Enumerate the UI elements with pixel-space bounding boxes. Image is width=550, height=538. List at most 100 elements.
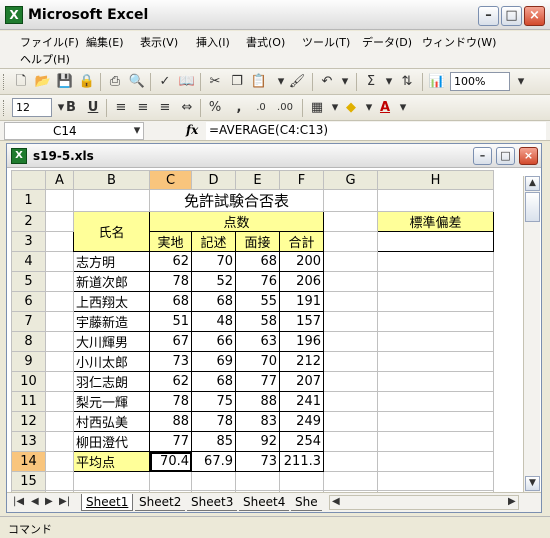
cell[interactable] [45,371,74,392]
row-header[interactable]: 13 [11,431,46,452]
name-cell[interactable]: 上西翔太 [73,291,150,312]
cell[interactable] [45,231,74,252]
last-sheet-icon[interactable]: ▶| [59,496,70,507]
cut-icon[interactable]: ✂ [206,73,224,91]
menu-insert[interactable]: 挿入(I) [196,34,230,50]
cell[interactable] [323,391,378,412]
score-cell[interactable]: 52 [191,271,236,292]
score-header-cell[interactable]: 点数 [149,211,324,232]
prev-sheet-icon[interactable]: ◀ [31,496,39,507]
active-cell[interactable]: 70.4 [149,451,192,472]
cell[interactable] [45,291,74,312]
formula-input[interactable]: =AVERAGE(C4:C13) [206,122,546,140]
sheet-tab-sheet4[interactable]: Sheet4 [239,494,290,511]
sheet-tab-sheet1[interactable]: Sheet1 [81,494,134,511]
score-cell[interactable]: 66 [191,331,236,352]
fill-color-icon[interactable]: ◆ [342,99,360,117]
row-header[interactable]: 4 [11,251,46,272]
sheet-tab-sheet2[interactable]: Sheet2 [135,494,186,511]
cell[interactable] [73,189,150,212]
cell[interactable] [45,331,74,352]
cell[interactable] [45,351,74,372]
score-cell[interactable]: 62 [149,251,192,272]
name-cell[interactable]: 羽仁志朗 [73,371,150,392]
cell[interactable] [45,411,74,432]
comma-icon[interactable]: , [230,99,248,117]
cell[interactable] [377,391,494,412]
score-cell[interactable]: 88 [149,411,192,432]
total-cell[interactable]: 157 [279,311,324,332]
menu-tools[interactable]: ツール(T) [302,34,350,50]
cell[interactable] [323,211,378,232]
column-header[interactable]: F [279,170,324,190]
row-header[interactable]: 9 [11,351,46,372]
research-icon[interactable]: 📖 [178,73,196,91]
cell[interactable] [323,371,378,392]
zoom-dropdown-icon[interactable]: ▾ [512,73,530,91]
sub-header-cell[interactable]: 合計 [279,231,324,252]
sheet-title-cell[interactable]: 免許試験合否表 [149,189,324,212]
new-icon[interactable]: 🗋 [12,73,30,91]
horizontal-scrollbar[interactable]: ◀ ▶ [329,495,519,510]
average-cell[interactable]: 67.9 [191,451,236,472]
row-header[interactable]: 3 [11,231,46,252]
row-header[interactable]: 7 [11,311,46,332]
cell[interactable] [377,189,494,212]
score-cell[interactable]: 77 [235,371,280,392]
cell[interactable] [377,411,494,432]
score-cell[interactable]: 92 [235,431,280,452]
total-cell[interactable]: 206 [279,271,324,292]
cell[interactable] [45,251,74,272]
cell[interactable] [377,311,494,332]
cell[interactable] [323,331,378,352]
total-cell[interactable]: 254 [279,431,324,452]
first-sheet-icon[interactable]: |◀ [13,496,24,507]
column-header[interactable]: B [73,170,150,190]
undo-icon[interactable]: ↶ [318,73,336,91]
row-header[interactable]: 5 [11,271,46,292]
merge-center-icon[interactable]: ⇔ [178,99,196,117]
menu-edit[interactable]: 編集(E) [86,34,124,50]
std-dev-value-cell[interactable] [377,231,494,252]
score-cell[interactable]: 78 [149,391,192,412]
cell[interactable] [377,331,494,352]
cell[interactable] [323,311,378,332]
score-cell[interactable]: 68 [191,291,236,312]
cell[interactable] [45,311,74,332]
select-all-corner[interactable] [11,170,46,190]
name-cell[interactable]: 小川太郎 [73,351,150,372]
cell[interactable] [323,431,378,452]
name-cell[interactable]: 宇藤新造 [73,311,150,332]
sort-ascending-icon[interactable]: ⇅ [398,73,416,91]
scroll-left-icon[interactable]: ◀ [332,496,340,507]
scroll-up-icon[interactable]: ▲ [525,176,540,191]
score-cell[interactable]: 62 [149,371,192,392]
sub-header-cell[interactable]: 実地 [149,231,192,252]
row-header[interactable]: 2 [11,211,46,232]
row-header[interactable]: 6 [11,291,46,312]
minimize-button[interactable]: – [478,6,499,26]
cell[interactable] [323,231,378,252]
score-cell[interactable]: 78 [191,411,236,432]
percent-icon[interactable]: % [206,99,224,117]
score-cell[interactable]: 78 [149,271,192,292]
name-header-cell[interactable]: 氏名 [73,211,150,252]
column-header[interactable]: G [323,170,378,190]
row-header[interactable]: 15 [11,471,46,491]
maximize-button[interactable]: □ [501,6,522,26]
std-dev-header-cell[interactable]: 標準偏差 [377,211,494,232]
autosum-icon[interactable]: Σ [362,73,380,91]
cell[interactable] [323,411,378,432]
cell[interactable] [323,251,378,272]
autosum-dropdown-icon[interactable]: ▾ [380,73,398,91]
align-center-icon[interactable]: ≡ [134,99,152,117]
name-box-dropdown-icon[interactable]: ▾ [128,122,146,140]
menu-file[interactable]: ファイル(F) [20,34,79,50]
cell[interactable] [323,451,378,472]
total-cell[interactable]: 241 [279,391,324,412]
spelling-icon[interactable]: ✓ [156,73,174,91]
score-cell[interactable]: 51 [149,311,192,332]
underline-icon[interactable]: U [84,99,102,117]
undo-dropdown-icon[interactable]: ▾ [336,73,354,91]
workbook-restore-button[interactable]: □ [496,147,515,165]
